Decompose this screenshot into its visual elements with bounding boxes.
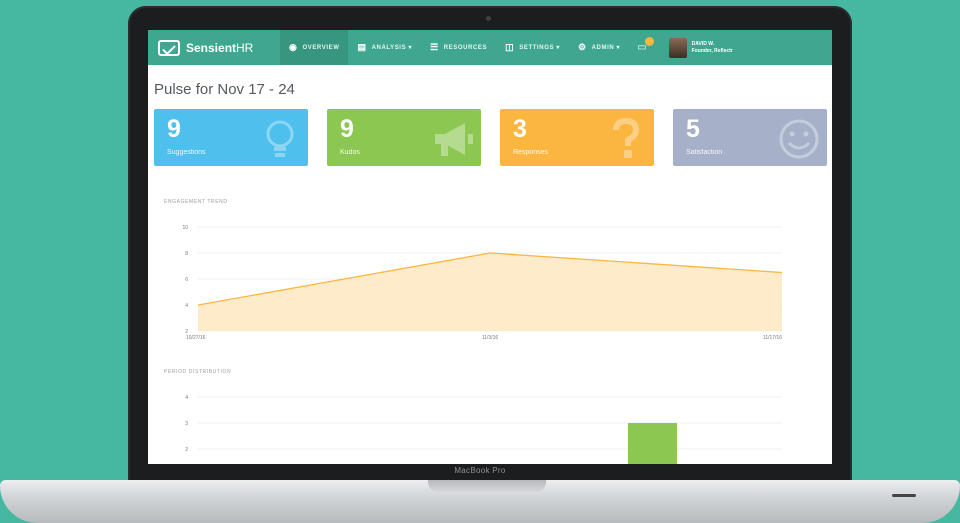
y-tick-label: 4 (185, 395, 188, 401)
y-tick-label: 6 (185, 277, 188, 283)
y-tick-label: 4 (185, 303, 188, 309)
engagement-trend-chart: 10864210/27/16 11/3/16 11/17/16432 (182, 225, 782, 464)
distribution-bar (628, 423, 677, 464)
y-tick-label: 10 (182, 225, 188, 231)
laptop-base (0, 480, 960, 523)
x-tick-label: 11/3/16 (482, 335, 499, 341)
app-screen: SensientHR ◉ OVERVIEW ▤ ANALYSIS ▾ ☰ RES… (148, 30, 832, 464)
distribution-chart-title: PERIOD DISTRIBUTION (164, 369, 232, 375)
y-tick-label: 3 (185, 421, 188, 427)
laptop-model-label: MacBook Pro (454, 466, 506, 475)
trackpad-notch (428, 480, 546, 492)
x-tick-label: 10/27/16 (186, 335, 206, 341)
port-slot (892, 494, 916, 497)
y-tick-label: 2 (185, 447, 188, 453)
x-tick-label: 11/17/16 (763, 335, 782, 341)
camera-icon (486, 16, 491, 21)
trend-area (198, 253, 782, 331)
y-tick-label: 8 (185, 251, 188, 257)
